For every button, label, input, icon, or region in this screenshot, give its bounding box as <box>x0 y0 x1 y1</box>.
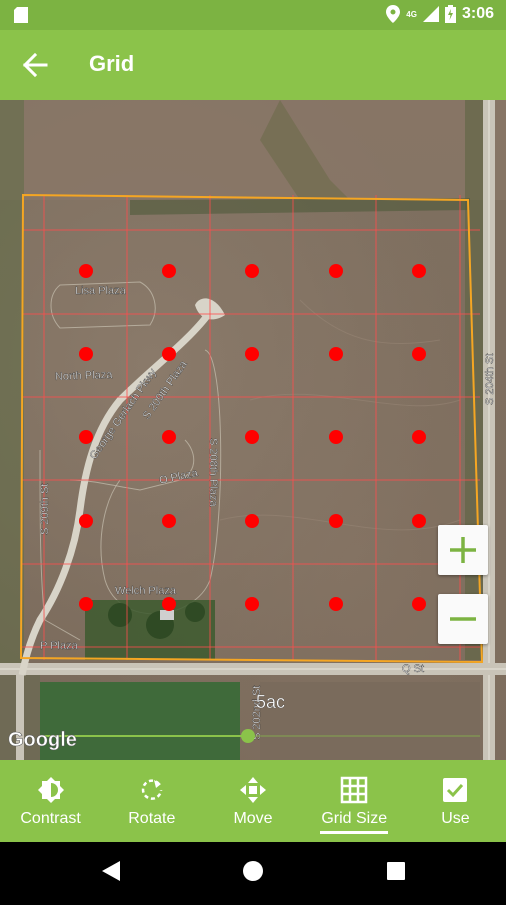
sample-point <box>79 514 93 528</box>
sample-point <box>329 514 343 528</box>
sample-point <box>412 264 426 278</box>
app-bar: Grid <box>0 30 506 100</box>
sample-point <box>79 597 93 611</box>
system-nav-bar <box>0 842 506 900</box>
zoom-out-button[interactable] <box>438 594 488 644</box>
move-button[interactable]: Move <box>202 760 303 842</box>
selected-indicator <box>320 831 389 834</box>
sample-points <box>79 264 426 611</box>
sample-point <box>79 264 93 278</box>
sample-point <box>245 430 259 444</box>
rotate-button[interactable]: Rotate <box>101 760 202 842</box>
sample-point <box>162 347 176 361</box>
nav-recents-icon[interactable] <box>387 862 405 880</box>
network-type: 4G <box>406 9 417 19</box>
road-label: Q St <box>402 663 424 675</box>
sample-point <box>412 430 426 444</box>
contrast-button[interactable]: Contrast <box>0 760 101 842</box>
road-label: S 204th St <box>484 354 496 405</box>
page-title: Grid <box>89 51 135 76</box>
signal-icon <box>422 6 439 22</box>
grid-size-slider-thumb[interactable] <box>241 729 255 743</box>
sample-point <box>412 514 426 528</box>
sample-point <box>329 430 343 444</box>
location-icon <box>386 5 401 23</box>
status-time: 3:06 <box>461 5 494 22</box>
status-bar: 4G 3:06 <box>0 0 506 30</box>
grid-icon <box>340 776 368 804</box>
sample-point <box>329 264 343 278</box>
road-label: Lisa Plaza <box>75 285 127 297</box>
plus-icon <box>450 537 476 563</box>
sample-point <box>162 430 176 444</box>
nav-back-icon[interactable] <box>102 861 120 881</box>
toolbar-label: Contrast <box>20 810 81 827</box>
toolbar-label: Grid Size <box>321 810 388 827</box>
sample-point <box>245 514 259 528</box>
use-button[interactable]: Use <box>405 760 506 842</box>
acreage-label: 5ac <box>256 692 285 712</box>
sample-point <box>245 264 259 278</box>
google-attribution: Google <box>8 729 77 751</box>
sd-card-icon <box>14 7 28 23</box>
sample-point <box>162 597 176 611</box>
sample-point <box>79 347 93 361</box>
contrast-icon <box>37 777 64 803</box>
minus-icon <box>450 617 476 621</box>
zoom-in-button[interactable] <box>438 525 488 575</box>
grid-size-button[interactable]: Grid Size <box>304 760 405 842</box>
road-label: P Plaza <box>40 640 79 652</box>
sample-point <box>245 347 259 361</box>
check-icon <box>443 778 468 802</box>
road-label: S 209th St <box>39 484 51 535</box>
sample-point <box>162 264 176 278</box>
road-label: North Plaza <box>55 369 114 383</box>
arrow-back-icon[interactable] <box>22 52 48 78</box>
sample-point <box>329 597 343 611</box>
rotate-icon <box>141 779 163 800</box>
road-label: Welch Plaza <box>115 585 177 597</box>
road-label: S 208th Plaza <box>207 438 219 507</box>
toolbar-label: Rotate <box>128 810 176 827</box>
sample-point <box>329 347 343 361</box>
sample-point <box>79 430 93 444</box>
sample-point <box>412 347 426 361</box>
toolbar-label: Move <box>233 810 273 827</box>
move-icon <box>240 777 266 803</box>
sample-point <box>162 514 176 528</box>
sample-point <box>412 597 426 611</box>
map-canvas: Lisa Plaza North Plaza George Gerlach Pk… <box>0 100 506 760</box>
toolbar-label: Use <box>441 810 470 827</box>
nav-home-icon[interactable] <box>243 861 263 881</box>
sample-point <box>245 597 259 611</box>
battery-icon <box>444 5 456 23</box>
road-label: O Plaza <box>158 467 200 487</box>
bottom-toolbar: Contrast Rotate Move Grid Size Use <box>0 760 506 842</box>
map-view[interactable]: Lisa Plaza North Plaza George Gerlach Pk… <box>0 100 506 760</box>
